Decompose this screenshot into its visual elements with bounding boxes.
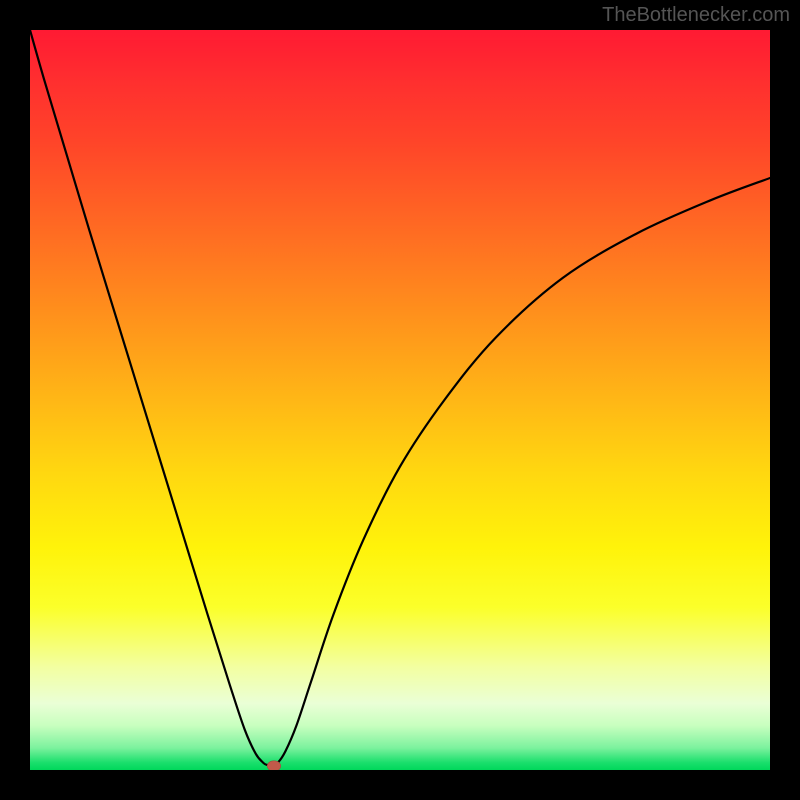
plot-area xyxy=(30,30,770,770)
chart-frame: TheBottlenecker.com xyxy=(0,0,800,800)
watermark-text: TheBottlenecker.com xyxy=(602,4,790,27)
bottleneck-curve xyxy=(30,30,770,770)
optimal-point-marker xyxy=(267,761,281,770)
